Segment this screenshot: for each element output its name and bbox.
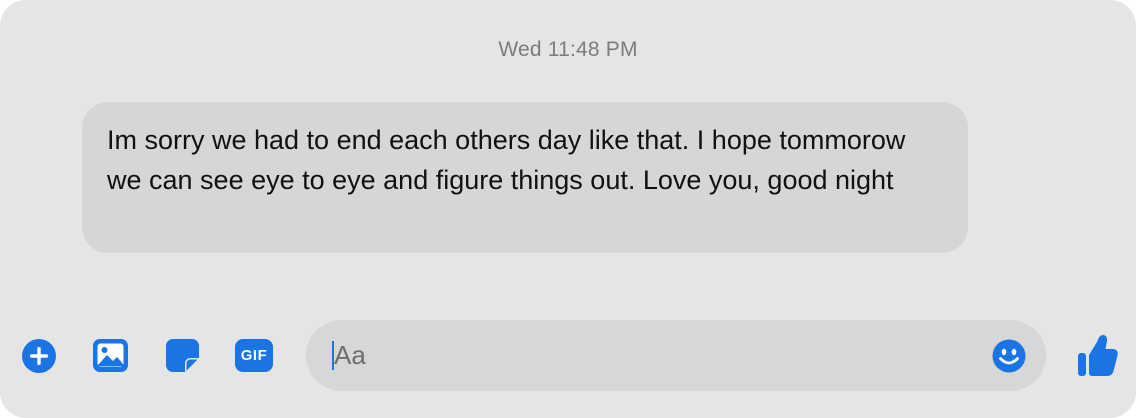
emoji-icon[interactable]: [992, 339, 1026, 373]
messenger-chat-panel: Wed 11:48 PM Im sorry we had to end each…: [0, 0, 1136, 418]
message-composer[interactable]: [306, 320, 1046, 391]
sticker-icon[interactable]: [166, 339, 199, 372]
image-icon[interactable]: [93, 339, 128, 372]
gif-icon[interactable]: GIF: [235, 339, 273, 372]
thumbs-up-icon[interactable]: [1078, 334, 1118, 377]
gif-label: GIF: [240, 347, 268, 364]
message-bubble[interactable]: Im sorry we had to end each others day l…: [82, 102, 968, 253]
plus-icon[interactable]: [21, 338, 57, 374]
message-timestamp: Wed 11:48 PM: [498, 38, 638, 61]
message-input[interactable]: [334, 320, 974, 391]
message-text: Im sorry we had to end each others day l…: [107, 125, 906, 195]
